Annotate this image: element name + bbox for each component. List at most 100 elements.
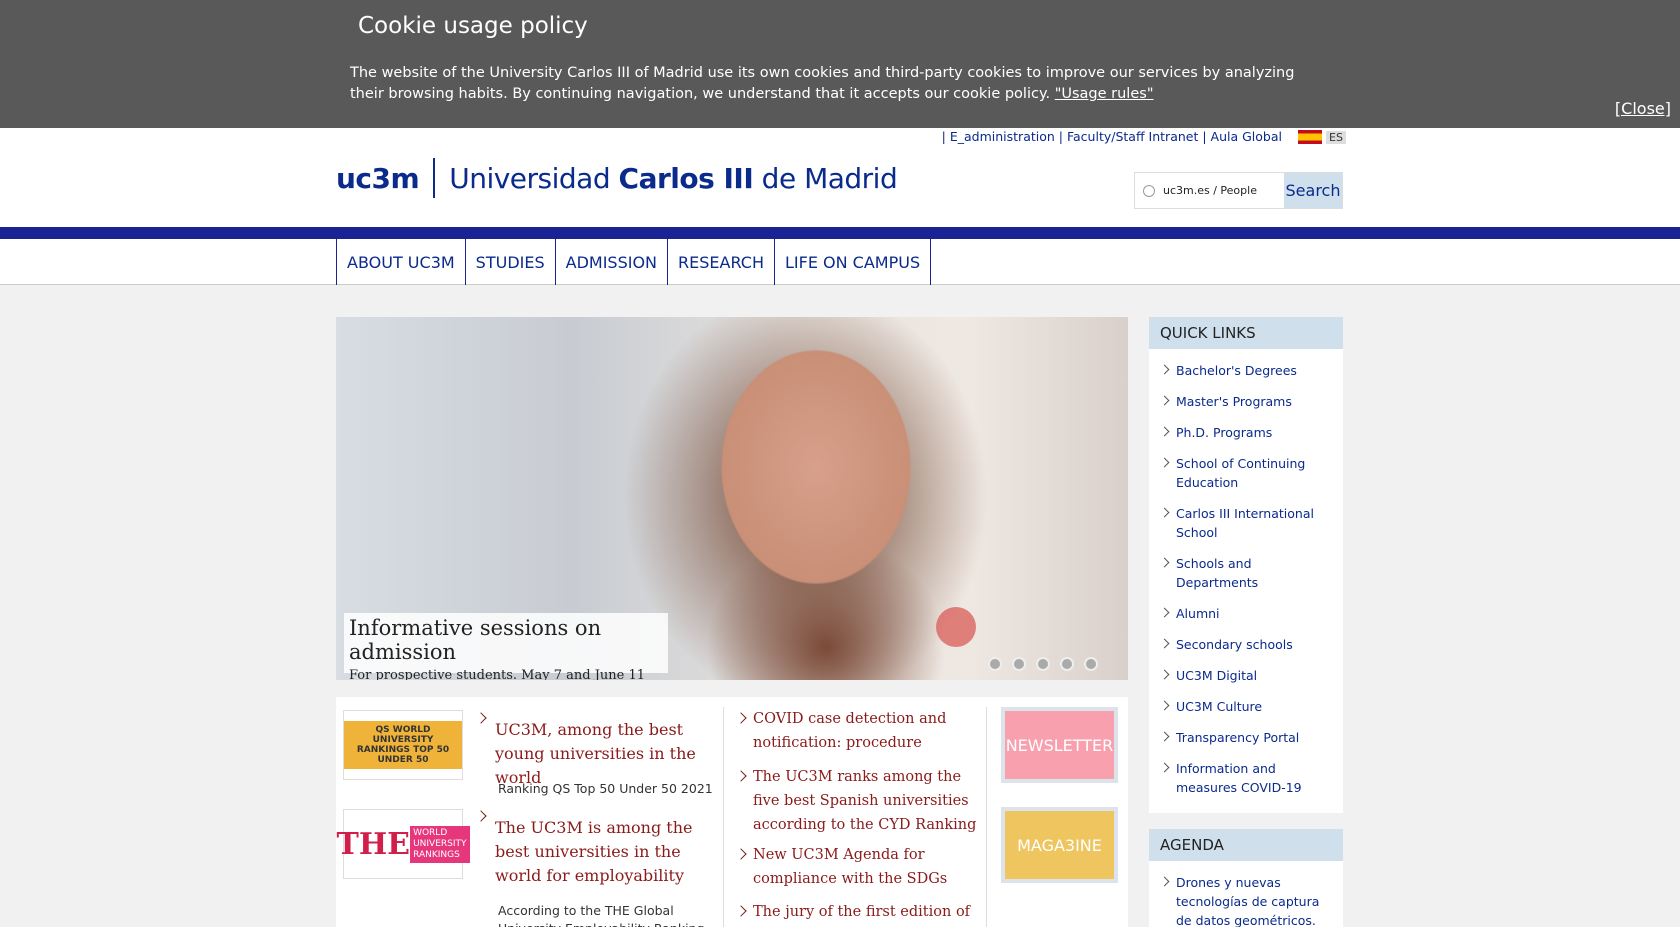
- news-sub-1: Ranking QS Top 50 Under 50 2021: [498, 781, 713, 796]
- right-news-4[interactable]: The jury of the first edition of the: [753, 900, 985, 927]
- quick-link-label: UC3M Digital: [1176, 668, 1258, 683]
- nav-item-about[interactable]: ABOUT UC3M: [337, 239, 466, 285]
- quick-link-alumni[interactable]: Alumni: [1149, 598, 1343, 629]
- search-icon: [1143, 184, 1155, 197]
- nav-item-admission[interactable]: ADMISSION: [556, 239, 669, 285]
- language-label[interactable]: ES: [1326, 130, 1346, 144]
- logo-name-part1: Universidad: [449, 161, 619, 195]
- chevron-right-icon: [735, 770, 747, 782]
- usage-rules-link[interactable]: "Usage rules": [1055, 86, 1154, 102]
- quick-link-label: UC3M Culture: [1176, 699, 1263, 714]
- news-sub-2: According to the THE Global University E…: [498, 903, 704, 927]
- nav-item-research[interactable]: RESEARCH: [668, 239, 775, 285]
- site-header: | E_administration | Faculty/Staff Intra…: [0, 128, 1680, 227]
- quick-link-label: Alumni: [1176, 606, 1220, 621]
- cookie-banner: Cookie usage policy The website of the U…: [0, 0, 1680, 128]
- chevron-right-icon: [1159, 507, 1170, 518]
- chevron-right-icon: [1159, 395, 1170, 406]
- carousel-dot-5[interactable]: [1084, 657, 1098, 671]
- logo-name-bold: Carlos III: [618, 161, 754, 195]
- the-ranking-logo[interactable]: THE WORLD UNIVERSITY RANKINGS: [337, 809, 470, 879]
- quick-link-label: Secondary schools: [1176, 637, 1293, 652]
- chevron-right-icon: [735, 848, 747, 860]
- quick-link-phd[interactable]: Ph.D. Programs: [1149, 417, 1343, 448]
- hero-title: Informative sessions on admission: [349, 616, 602, 664]
- column-divider: [723, 707, 724, 927]
- hero-carousel[interactable]: Informative sessions on admission For pr…: [336, 317, 1128, 680]
- logo-name-part2: de Madrid: [753, 161, 898, 195]
- chevron-right-icon: [735, 712, 747, 724]
- newsletter-button[interactable]: NEWSLETTER: [1001, 707, 1118, 783]
- carousel-dot-4[interactable]: [1060, 657, 1074, 671]
- quick-link-continuing-education[interactable]: School of Continuing Education: [1149, 448, 1343, 498]
- chevron-right-icon: [1159, 426, 1170, 437]
- quick-link-label: Bachelor's Degrees: [1176, 363, 1297, 378]
- hero-caption[interactable]: Informative sessions on admission For pr…: [344, 613, 668, 680]
- right-news-1[interactable]: COVID case detection and notification: p…: [753, 707, 985, 755]
- quick-link-label: School of Continuing Education: [1176, 456, 1306, 490]
- spain-flag-icon[interactable]: [1298, 130, 1322, 144]
- quick-link-label: Information and measures COVID-19: [1176, 761, 1302, 795]
- top-link-e-administration[interactable]: | E_administration: [942, 129, 1055, 144]
- quick-link-uc3m-digital[interactable]: UC3M Digital: [1149, 660, 1343, 691]
- magazine-button[interactable]: MAGA3INE: [1001, 807, 1118, 883]
- right-news-2[interactable]: The UC3M ranks among the five best Spani…: [753, 765, 985, 837]
- agenda-item[interactable]: Drones y nuevas tecnologías de captura d…: [1149, 867, 1343, 927]
- carousel-dot-2[interactable]: [1012, 657, 1026, 671]
- quick-link-label: Schools and Departments: [1176, 556, 1259, 590]
- chevron-right-icon: [1159, 607, 1170, 618]
- agenda-item-label: Drones y nuevas tecnologías de captura d…: [1176, 875, 1320, 927]
- quick-link-label: Transparency Portal: [1176, 730, 1300, 745]
- chevron-right-icon: [1159, 457, 1170, 468]
- quick-link-label: Carlos III International School: [1176, 506, 1314, 540]
- news-section: QS WORLD UNIVERSITY RANKINGS TOP 50 UNDE…: [336, 697, 1128, 927]
- chevron-right-icon: [1159, 731, 1170, 742]
- search-button[interactable]: Search: [1284, 173, 1342, 208]
- hero-subtitle: For prospective students. May 7 and June…: [349, 668, 646, 680]
- hero-photo-detail: [936, 607, 976, 647]
- quick-links-list: Bachelor's Degrees Master's Programs Ph.…: [1149, 349, 1343, 813]
- quick-link-bachelors[interactable]: Bachelor's Degrees: [1149, 355, 1343, 386]
- main-nav: ABOUT UC3M STUDIES ADMISSION RESEARCH LI…: [0, 239, 1680, 285]
- news-title-2[interactable]: The UC3M is among the best universities …: [495, 816, 715, 888]
- chevron-right-icon: [1159, 669, 1170, 680]
- chevron-right-icon: [1159, 557, 1170, 568]
- chevron-right-icon: [735, 905, 747, 917]
- quick-link-covid[interactable]: Information and measures COVID-19: [1149, 753, 1343, 803]
- logo-divider: [433, 158, 436, 198]
- agenda-title: AGENDA: [1149, 829, 1343, 861]
- logo-name: Universidad Carlos III de Madrid: [449, 161, 898, 195]
- chevron-right-icon: [1159, 364, 1170, 375]
- quick-link-masters[interactable]: Master's Programs: [1149, 386, 1343, 417]
- carousel-dot-1[interactable]: [988, 657, 1002, 671]
- quick-links-title: QUICK LINKS: [1149, 317, 1343, 349]
- quick-link-secondary-schools[interactable]: Secondary schools: [1149, 629, 1343, 660]
- chevron-right-icon: [475, 810, 487, 822]
- agenda-list: Drones y nuevas tecnologías de captura d…: [1149, 861, 1343, 927]
- nav-item-life-on-campus[interactable]: LIFE ON CAMPUS: [775, 239, 932, 285]
- quick-link-transparency[interactable]: Transparency Portal: [1149, 722, 1343, 753]
- quick-link-uc3m-culture[interactable]: UC3M Culture: [1149, 691, 1343, 722]
- logo-short: uc3m: [336, 161, 420, 195]
- top-link-aula-global[interactable]: | Aula Global: [1202, 129, 1282, 144]
- qs-logo-text: QS WORLD UNIVERSITY RANKINGS TOP 50 UNDE…: [344, 721, 462, 769]
- language-switch[interactable]: ES: [1298, 130, 1346, 144]
- quick-link-label: Ph.D. Programs: [1176, 425, 1273, 440]
- search-box: uc3m.es / People Search: [1134, 172, 1343, 209]
- search-placeholder: uc3m.es / People: [1163, 184, 1257, 197]
- cookie-title: Cookie usage policy: [358, 13, 588, 39]
- cookie-text: The website of the University Carlos III…: [350, 63, 1310, 105]
- quick-link-international-school[interactable]: Carlos III International School: [1149, 498, 1343, 548]
- chevron-right-icon: [1159, 762, 1170, 773]
- qs-ranking-logo[interactable]: QS WORLD UNIVERSITY RANKINGS TOP 50 UNDE…: [343, 710, 463, 780]
- right-news-3[interactable]: New UC3M Agenda for compliance with the …: [753, 843, 985, 891]
- the-logo-big: THE: [336, 826, 411, 862]
- site-logo[interactable]: uc3m Universidad Carlos III de Madrid: [336, 158, 898, 198]
- search-input[interactable]: uc3m.es / People: [1135, 173, 1284, 208]
- nav-item-studies[interactable]: STUDIES: [466, 239, 556, 285]
- cookie-close-link[interactable]: [Close]: [1615, 99, 1671, 118]
- chevron-right-icon: [475, 712, 487, 724]
- top-link-intranet[interactable]: | Faculty/Staff Intranet: [1059, 129, 1199, 144]
- carousel-dot-3[interactable]: [1036, 657, 1050, 671]
- quick-link-schools-departments[interactable]: Schools and Departments: [1149, 548, 1343, 598]
